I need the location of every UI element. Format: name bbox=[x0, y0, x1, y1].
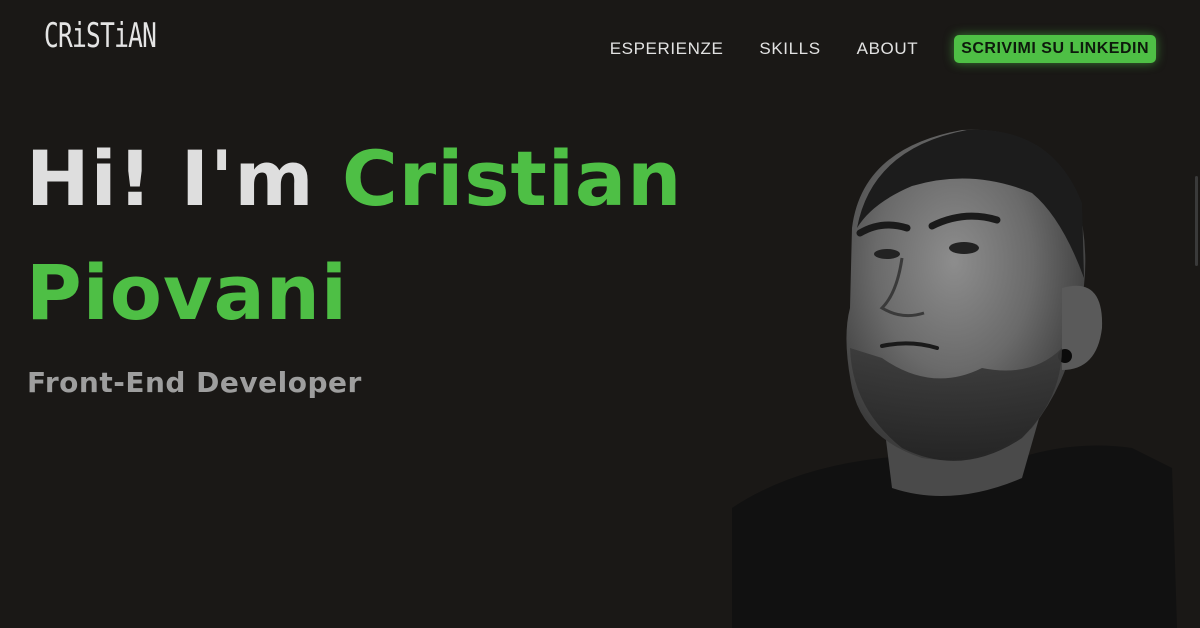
portrait-image bbox=[732, 129, 1177, 628]
nav-link-about[interactable]: ABOUT bbox=[857, 39, 919, 59]
hero-greeting: Hi! I'm bbox=[26, 134, 315, 223]
hero-title-line-1: Hi! I'm Cristian bbox=[26, 122, 682, 236]
nav-link-skills[interactable]: SKILLS bbox=[759, 39, 820, 59]
hero-last-name: Piovani bbox=[26, 248, 348, 337]
nav-link-esperienze[interactable]: ESPERIENZE bbox=[610, 39, 724, 59]
hero-role: Front-End Developer bbox=[27, 366, 362, 399]
hero-first-name: Cristian bbox=[341, 134, 683, 223]
page: CRiSTiAN ESPERIENZE SKILLS ABOUT SCRIVIM… bbox=[0, 0, 1200, 628]
scrollbar[interactable] bbox=[1195, 176, 1198, 266]
linkedin-cta-button[interactable]: SCRIVIMI SU LINKEDIN bbox=[954, 35, 1156, 63]
hero-title: Hi! I'm Cristian Piovani bbox=[26, 122, 682, 350]
site-logo[interactable]: CRiSTiAN bbox=[44, 16, 157, 56]
main-nav: ESPERIENZE SKILLS ABOUT SCRIVIMI SU LINK… bbox=[610, 34, 1156, 64]
